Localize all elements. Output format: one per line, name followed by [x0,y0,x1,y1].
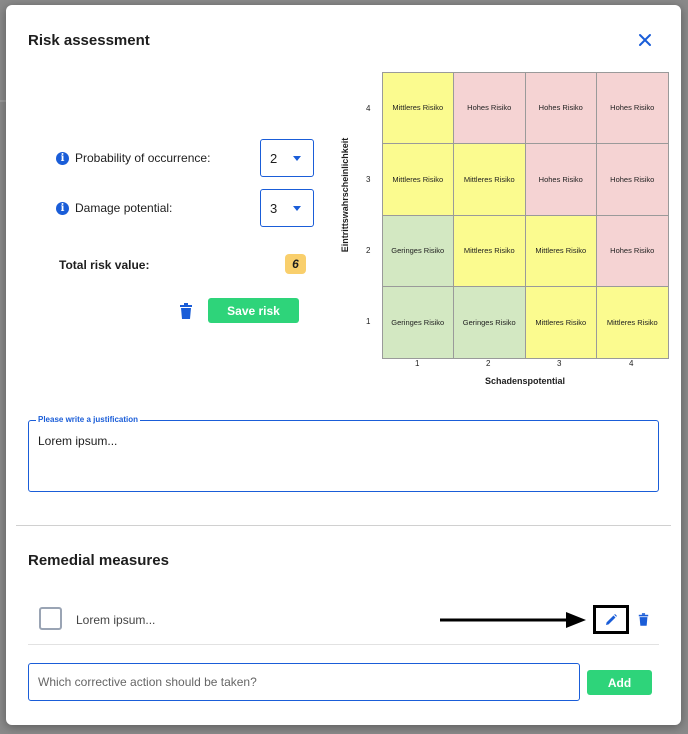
matrix-y-label: Eintrittswahrscheinlichkeit [340,137,350,253]
matrix-cell: Geringes Risiko [381,286,454,359]
matrix-cell: Hohes Risiko [596,214,669,287]
chevron-down-icon [293,206,301,211]
x-tick: 4 [629,359,634,368]
info-icon[interactable]: i [56,201,69,215]
justification-field[interactable]: Please write a justification Lorem ipsum… [28,415,659,492]
matrix-cell: Hohes Risiko [596,143,669,216]
measure-text: Lorem ipsum... [76,613,156,627]
x-tick: 2 [486,359,491,368]
total-risk-label: Total risk value: [59,258,150,272]
probability-row: i Probability of occurrence: [56,151,210,165]
modal-title: Risk assessment [28,32,150,49]
trash-icon[interactable] [179,303,193,319]
damage-value: 3 [270,200,278,216]
matrix-cell: Mittleres Risiko [381,143,454,216]
matrix-cell: Geringes Risiko [453,286,526,359]
matrix-cell: Mittleres Risiko [453,143,526,216]
corrective-action-input[interactable] [28,663,580,701]
probability-label: Probability of occurrence: [75,151,211,165]
matrix-cell: Mittleres Risiko [596,286,669,359]
edit-icon [606,613,617,625]
list-divider [28,644,659,645]
matrix-cell: Mittleres Risiko [524,214,597,287]
info-icon[interactable]: i [56,151,69,165]
matrix-x-label: Schadenspotential [484,376,566,386]
measure-checkbox[interactable] [39,607,62,630]
x-tick: 3 [557,359,562,368]
matrix-cell: Geringes Risiko [381,214,454,287]
matrix-cell: Hohes Risiko [524,143,597,216]
remedial-measures-title: Remedial measures [28,552,169,569]
save-risk-button[interactable]: Save risk [208,298,299,323]
damage-row: i Damage potential: [56,201,172,215]
section-divider [16,525,671,526]
damage-select[interactable]: 3 [260,189,314,227]
chevron-down-icon [293,156,301,161]
y-tick: 4 [366,104,371,113]
justification-label: Please write a justification [36,415,141,424]
risk-assessment-modal: Risk assessment i Probability of occurre… [6,5,681,725]
risk-matrix: Mittleres Risiko Hohes Risiko Hohes Risi… [381,71,669,359]
matrix-cell: Mittleres Risiko [453,214,526,287]
probability-select[interactable]: 2 [260,139,314,177]
damage-label: Damage potential: [75,201,173,215]
matrix-cell: Hohes Risiko [453,71,526,144]
trash-icon[interactable] [638,613,649,626]
matrix-cell: Hohes Risiko [524,71,597,144]
y-tick: 3 [366,175,371,184]
matrix-cell: Hohes Risiko [596,71,669,144]
add-button[interactable]: Add [587,670,652,695]
matrix-cell: Mittleres Risiko [524,286,597,359]
edit-measure-button[interactable] [593,605,629,634]
y-tick: 1 [366,317,371,326]
arrow-right-icon [440,612,586,628]
close-icon[interactable] [636,31,654,49]
probability-value: 2 [270,150,278,166]
total-risk-badge: 6 [285,254,306,274]
matrix-cell: Mittleres Risiko [381,71,454,144]
x-tick: 1 [415,359,420,368]
justification-text: Lorem ipsum... [38,434,118,448]
y-tick: 2 [366,246,371,255]
